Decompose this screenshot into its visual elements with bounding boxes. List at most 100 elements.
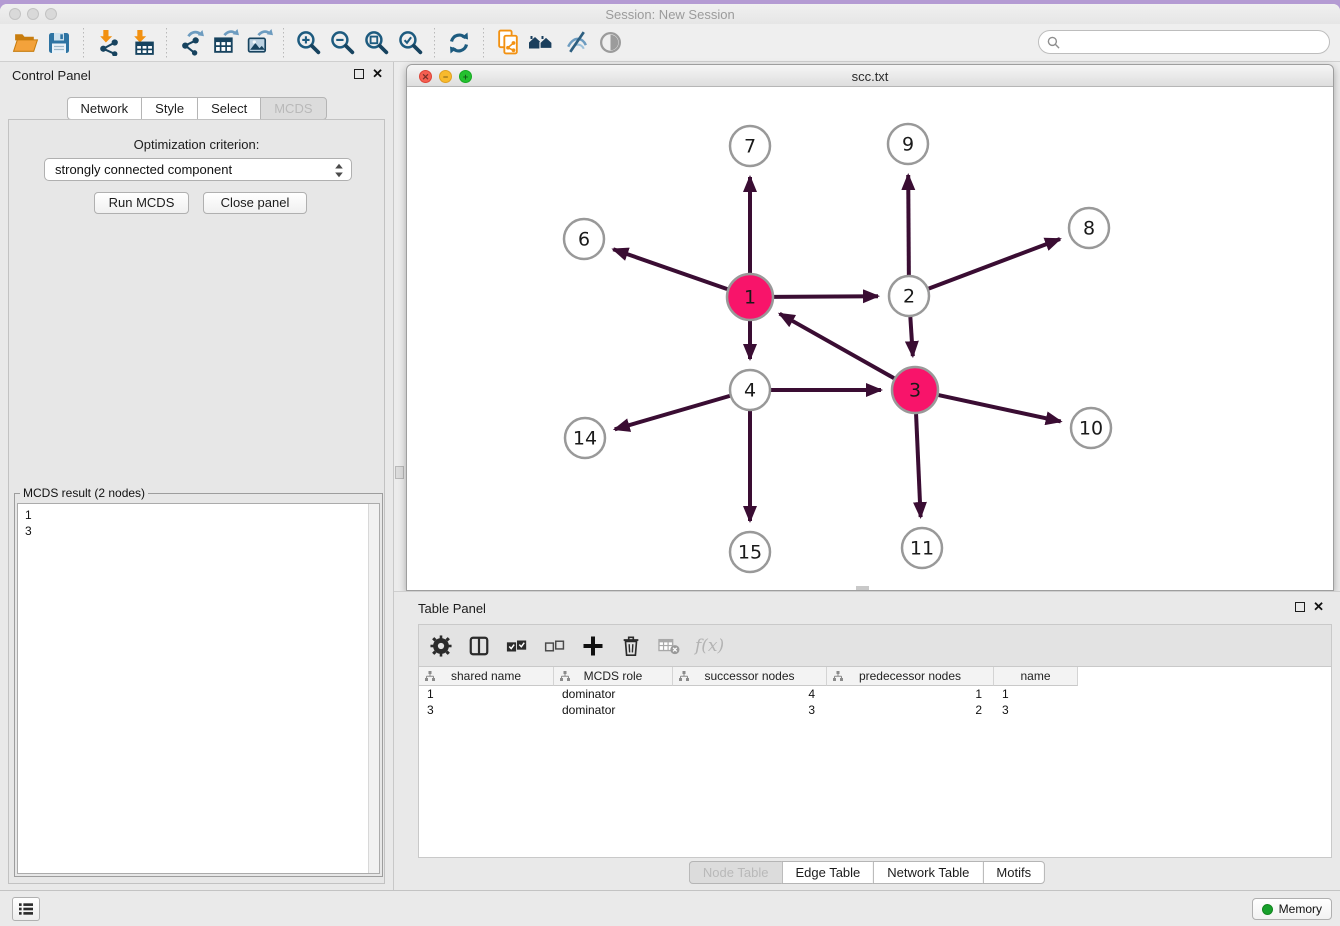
tab-edge-table[interactable]: Edge Table — [781, 861, 873, 884]
tab-style[interactable]: Style — [141, 97, 197, 120]
float-panel-icon[interactable] — [354, 69, 364, 79]
result-scrollbar[interactable] — [368, 504, 379, 873]
graph-edge-2-9[interactable] — [908, 175, 909, 275]
control-panel-tabs: NetworkStyleSelectMCDS — [66, 97, 326, 120]
control-panel: Control Panel ✕ NetworkStyleSelectMCDS O… — [0, 62, 394, 890]
close-panel-button[interactable]: Close panel — [203, 192, 307, 214]
memory-button[interactable]: Memory — [1252, 898, 1332, 920]
search-field[interactable] — [1038, 30, 1330, 54]
graph-edge-1-6[interactable] — [613, 249, 727, 289]
import-table-icon[interactable] — [125, 27, 159, 59]
column-header-MCDS-role[interactable]: MCDS role — [554, 667, 673, 686]
canvas-scroll-handle[interactable] — [856, 586, 869, 590]
refresh-view-icon[interactable] — [442, 27, 476, 59]
hide-selected-icon[interactable] — [559, 27, 593, 59]
svg-text:15: 15 — [738, 542, 762, 564]
table-row[interactable]: 3dominator323 — [419, 702, 1078, 718]
graph-node-8[interactable]: 8 — [1069, 208, 1109, 248]
tab-network[interactable]: Network — [66, 97, 141, 120]
zoom-selected-icon[interactable] — [393, 27, 427, 59]
tab-node-table[interactable]: Node Table — [689, 861, 782, 884]
search-input[interactable] — [1065, 35, 1329, 49]
svg-text:6: 6 — [578, 229, 590, 251]
export-network-icon[interactable] — [174, 27, 208, 59]
tab-motifs[interactable]: Motifs — [982, 861, 1045, 884]
table-panel: Table Panel ✕ — [394, 591, 1340, 890]
graph-edge-3-1[interactable] — [780, 314, 894, 379]
tab-select[interactable]: Select — [197, 97, 260, 120]
save-session-icon[interactable] — [42, 27, 76, 59]
add-row-icon[interactable] — [581, 634, 605, 658]
table-cell[interactable]: dominator — [554, 702, 673, 718]
close-table-panel-icon[interactable]: ✕ — [1313, 602, 1324, 612]
graph-node-3[interactable]: 3 — [892, 367, 938, 413]
table-cell[interactable]: 3 — [419, 702, 554, 718]
tab-mcds[interactable]: MCDS — [260, 97, 326, 120]
table-cell[interactable]: dominator — [554, 686, 673, 702]
graph-node-6[interactable]: 6 — [564, 219, 604, 259]
delete-row-icon[interactable] — [619, 634, 643, 658]
network-graph[interactable]: 7 9 6 8 1 2 4 3 14 10 15 11 — [407, 87, 1333, 590]
hierarchy-icon — [559, 671, 571, 682]
table-row[interactable]: 1dominator411 — [419, 686, 1078, 702]
column-header-successor-nodes[interactable]: successor nodes — [673, 667, 827, 686]
network-window-titlebar[interactable]: ✕ − + scc.txt — [407, 65, 1333, 87]
graph-edge-2-3[interactable] — [910, 317, 912, 356]
table-cell[interactable]: 1 — [994, 686, 1078, 702]
table-toolbar: f(x) — [418, 624, 1332, 667]
show-all-icon[interactable] — [593, 27, 627, 59]
graph-node-15[interactable]: 15 — [730, 532, 770, 572]
graph-edge-4-14[interactable] — [615, 396, 730, 429]
export-table-icon[interactable] — [208, 27, 242, 59]
first-neighbors-icon[interactable] — [525, 27, 559, 59]
deselect-all-icon[interactable] — [543, 634, 567, 658]
titlebar: Session: New Session — [0, 4, 1340, 24]
graph-node-1[interactable]: 1 — [727, 274, 773, 320]
column-header-shared-name[interactable]: shared name — [419, 667, 554, 686]
close-panel-icon[interactable]: ✕ — [372, 69, 383, 79]
table-options-icon[interactable] — [429, 634, 453, 658]
splitter-handle[interactable] — [395, 466, 404, 479]
select-all-icon[interactable] — [505, 634, 529, 658]
graph-node-11[interactable]: 11 — [902, 528, 942, 568]
delete-table-icon — [657, 634, 681, 658]
graph-node-14[interactable]: 14 — [565, 418, 605, 458]
table-cell[interactable]: 4 — [673, 686, 827, 702]
graph-node-2[interactable]: 2 — [889, 276, 929, 316]
float-table-panel-icon[interactable] — [1295, 602, 1305, 612]
graph-node-10[interactable]: 10 — [1071, 408, 1111, 448]
table-cell[interactable]: 1 — [419, 686, 554, 702]
mcds-result-textarea[interactable]: 13 — [17, 503, 380, 874]
zoom-in-icon[interactable] — [291, 27, 325, 59]
node-table[interactable]: shared nameMCDS rolesuccessor nodesprede… — [418, 667, 1332, 858]
svg-text:3: 3 — [909, 380, 921, 402]
optimization-dropdown[interactable]: strongly connected component — [44, 158, 352, 181]
zoom-out-icon[interactable] — [325, 27, 359, 59]
table-cell[interactable]: 3 — [994, 702, 1078, 718]
graph-edge-2-8[interactable] — [929, 239, 1060, 289]
column-header-name[interactable]: name — [994, 667, 1078, 686]
graph-edge-3-10[interactable] — [938, 395, 1060, 421]
export-image-icon[interactable] — [242, 27, 276, 59]
svg-text:2: 2 — [903, 286, 915, 308]
graph-node-4[interactable]: 4 — [730, 370, 770, 410]
window-title: Session: New Session — [0, 7, 1340, 22]
clone-network-icon[interactable] — [491, 27, 525, 59]
tab-network-table[interactable]: Network Table — [873, 861, 982, 884]
run-mcds-button[interactable]: Run MCDS — [94, 192, 189, 214]
import-network-icon[interactable] — [91, 27, 125, 59]
open-session-icon[interactable] — [8, 27, 42, 59]
column-header-predecessor-nodes[interactable]: predecessor nodes — [827, 667, 994, 686]
graph-edge-3-11[interactable] — [916, 414, 921, 517]
table-cell[interactable]: 1 — [827, 686, 994, 702]
network-canvas[interactable]: 7 9 6 8 1 2 4 3 14 10 15 11 — [407, 87, 1333, 590]
graph-node-9[interactable]: 9 — [888, 124, 928, 164]
table-cell[interactable]: 2 — [827, 702, 994, 718]
graph-edge-1-2[interactable] — [774, 296, 878, 297]
task-history-button[interactable] — [12, 897, 40, 921]
zoom-fit-icon[interactable] — [359, 27, 393, 59]
table-cell[interactable]: 3 — [673, 702, 827, 718]
graph-node-7[interactable]: 7 — [730, 126, 770, 166]
hierarchy-icon — [424, 671, 436, 682]
show-column-icon[interactable] — [467, 634, 491, 658]
